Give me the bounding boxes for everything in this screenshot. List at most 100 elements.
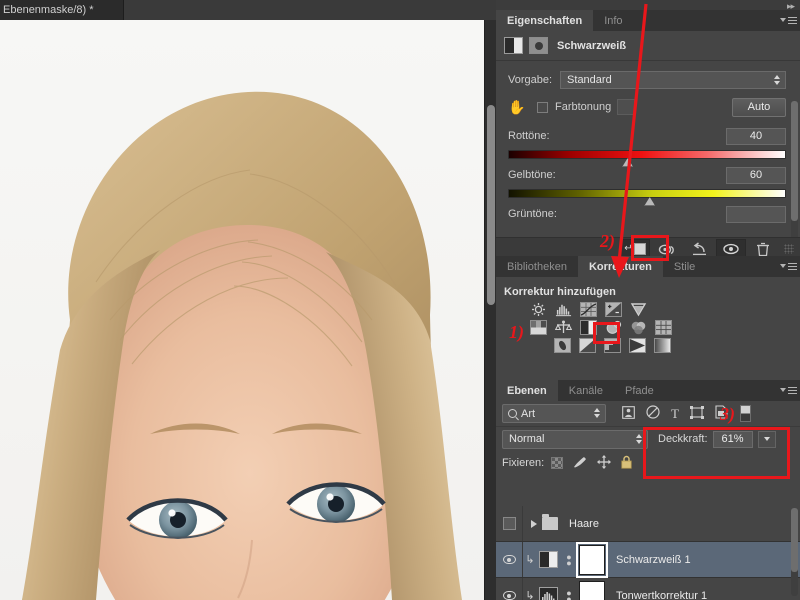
layer-thumbnail[interactable] [539, 587, 558, 600]
blend-mode-select[interactable]: Normal [502, 429, 648, 449]
black-white-icon[interactable] [580, 320, 597, 335]
smart-object-filter-icon[interactable] [715, 405, 728, 422]
panel-resize-grip[interactable] [784, 244, 794, 254]
properties-panel: Eigenschaften Info Schwarzweiß Vorgabe: … [496, 10, 800, 260]
tab-pfade[interactable]: Pfade [614, 380, 665, 401]
opacity-dropdown-arrow-icon[interactable] [757, 430, 776, 448]
adjustment-row-3 [554, 338, 800, 353]
portrait-photo [0, 20, 484, 600]
group-expand-icon[interactable] [531, 519, 537, 528]
blend-mode-spinner-icon [636, 433, 642, 444]
layers-scrollbar[interactable] [791, 508, 798, 596]
brightness-contrast-icon[interactable] [530, 302, 547, 317]
layer-visibility-toggle[interactable] [496, 506, 523, 541]
layers-panel-menu-icon[interactable] [780, 384, 797, 396]
tab-bibliotheken[interactable]: Bibliotheken [496, 256, 578, 277]
properties-scrollbar-thumb[interactable] [791, 101, 798, 221]
threshold-icon[interactable] [604, 338, 621, 353]
tint-color-swatch[interactable] [617, 99, 636, 115]
selective-color-icon[interactable] [654, 338, 671, 353]
layer-filter-select[interactable]: Art [502, 404, 606, 423]
slider-gruentoene: Grüntöne: [496, 205, 800, 223]
layers-scrollbar-thumb[interactable] [791, 508, 798, 572]
adjustment-row-2 [530, 320, 800, 335]
type-layer-filter-icon[interactable]: T [671, 406, 679, 422]
document-tab[interactable]: Ebenenmaske/8) * [0, 0, 124, 20]
curves-icon[interactable] [580, 302, 597, 317]
slider-rottoene: Rottöne: 40 [496, 127, 800, 167]
pixel-layer-filter-icon[interactable] [622, 405, 635, 422]
layer-visibility-toggle[interactable] [496, 542, 523, 577]
all-lock-icon[interactable] [621, 455, 632, 472]
lock-row: Fixieren: [496, 451, 800, 475]
tab-ebenen[interactable]: Ebenen [496, 380, 558, 401]
layer-mask-thumbnail[interactable] [576, 541, 608, 578]
table-row[interactable]: Haare [496, 506, 800, 542]
tab-eigenschaften[interactable]: Eigenschaften [496, 10, 594, 31]
adjustments-title: Korrektur hinzufügen [504, 286, 616, 298]
gelbtoene-value[interactable]: 60 [726, 166, 786, 184]
table-row[interactable]: ↳ ● ● Schwarzweiß 1 [496, 541, 800, 578]
hue-saturation-icon[interactable] [530, 320, 547, 335]
eye-icon [502, 555, 516, 564]
photoshop-window: Ebenenmaske/8) * ▸▸ Eigenschaften Info S… [0, 0, 800, 600]
link-icon[interactable]: ● ● [564, 552, 574, 567]
adjustments-panel-menu-icon[interactable] [780, 260, 797, 272]
rottoene-thumb[interactable] [622, 158, 634, 167]
auto-button[interactable]: Auto [732, 97, 786, 117]
properties-panel-menu-icon[interactable] [780, 14, 797, 26]
eye-icon [502, 591, 516, 600]
tab-stile[interactable]: Stile [662, 256, 707, 277]
tint-checkbox[interactable] [537, 101, 548, 113]
hand-scrubber-icon[interactable]: ✋ [508, 99, 525, 115]
color-balance-icon[interactable] [555, 320, 572, 335]
layer-thumbnail[interactable] [539, 551, 558, 568]
canvas-scrollbar-thumb[interactable] [487, 105, 495, 305]
rottoene-value[interactable]: 40 [726, 127, 786, 145]
levels-icon[interactable] [555, 302, 572, 317]
gruentoene-value[interactable] [726, 205, 786, 223]
layer-filter-spinner-icon [594, 408, 600, 418]
gelbtoene-track[interactable] [508, 189, 786, 206]
photo-filter-icon[interactable] [605, 320, 622, 335]
adjustment-layer-filter-icon[interactable] [646, 405, 660, 422]
transparency-lock-icon[interactable] [551, 457, 564, 469]
mask-circle-icon[interactable] [529, 37, 548, 54]
layer-name[interactable]: Schwarzweiß 1 [616, 554, 691, 566]
opacity-value[interactable]: 61% [712, 430, 753, 448]
color-lookup-icon[interactable] [655, 320, 672, 335]
layer-visibility-toggle[interactable] [496, 578, 523, 600]
layer-filter-type-icons: T [622, 405, 728, 422]
tab-kanaele[interactable]: Kanäle [557, 380, 614, 401]
slider-gelbtoene: Gelbtöne: 60 [496, 166, 800, 206]
properties-header: Schwarzweiß [496, 31, 800, 61]
rottoene-track[interactable] [508, 150, 786, 167]
gradient-map-icon[interactable] [629, 338, 646, 353]
tab-info[interactable]: Info [593, 10, 634, 31]
filter-enable-toggle[interactable] [739, 405, 751, 422]
invert-icon[interactable] [554, 338, 571, 353]
layer-name[interactable]: Haare [569, 518, 599, 530]
preset-select[interactable]: Standard [560, 71, 786, 89]
exposure-icon[interactable] [605, 302, 622, 317]
canvas-vertical-scrollbar[interactable] [484, 20, 496, 600]
position-lock-icon[interactable] [597, 454, 612, 472]
blend-mode-row: Normal Deckkraft: 61% [496, 427, 800, 451]
channel-mixer-icon[interactable] [630, 320, 647, 335]
layer-name[interactable]: Tonwertkorrektur 1 [616, 590, 707, 600]
dock-top-strip: ▸▸ [496, 0, 800, 11]
lock-label: Fixieren: [502, 457, 545, 469]
document-area: Ebenenmaske/8) * [0, 0, 496, 600]
paint-lock-icon[interactable] [573, 455, 587, 471]
table-row[interactable]: ↳ ● ● Tonwertkorrektur 1 [496, 578, 800, 600]
tab-korrekturen[interactable]: Korrekturen [577, 256, 663, 277]
gelbtoene-thumb[interactable] [644, 197, 656, 206]
link-icon[interactable]: ● ● [564, 588, 574, 600]
gruentoene-label: Grüntöne: [508, 208, 557, 220]
layer-mask-thumbnail[interactable] [579, 580, 605, 600]
image-canvas[interactable] [0, 20, 484, 600]
shape-layer-filter-icon[interactable] [689, 405, 704, 422]
vibrance-icon[interactable] [630, 302, 647, 317]
posterize-icon[interactable] [579, 338, 596, 353]
properties-tab-bar: Eigenschaften Info [496, 10, 800, 31]
